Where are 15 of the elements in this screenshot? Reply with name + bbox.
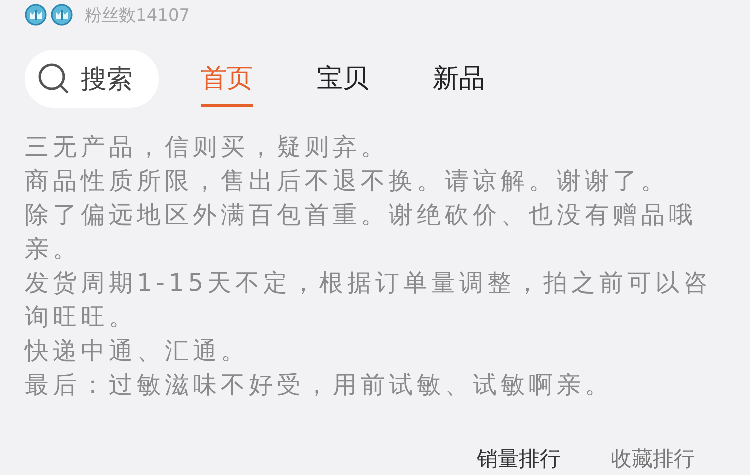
nav-tab[interactable]: 新品: [433, 59, 485, 107]
notice-text: 快递中通、汇通。: [25, 336, 250, 367]
nav-tab[interactable]: 宝贝: [317, 59, 369, 107]
notice-text: 三无产品，信则买，疑则弃。: [25, 132, 390, 163]
ranking-tab[interactable]: 销量排行: [477, 445, 561, 473]
crown-icon: [25, 4, 47, 26]
crown-icon: [51, 4, 73, 26]
notice-text: 最后：过敏滋味不好受，用前试敏、试敏啊亲。: [25, 370, 614, 401]
search-button[interactable]: 搜索: [25, 50, 159, 108]
ranking-tab[interactable]: 收藏排行: [611, 445, 695, 473]
search-icon: [37, 62, 71, 96]
notice-text: 除了偏远地区外满百包首重。谢绝砍价、也没有赠品哦亲。: [25, 200, 698, 265]
notice-text: 发货周期1-15天不定，根据订单量调整，拍之前可以咨询旺旺。: [25, 268, 712, 333]
notice-text: 商品性质所限，售出后不退不换。请谅解。谢谢了。: [25, 166, 670, 197]
fans-count: 粉丝数14107: [85, 4, 190, 26]
